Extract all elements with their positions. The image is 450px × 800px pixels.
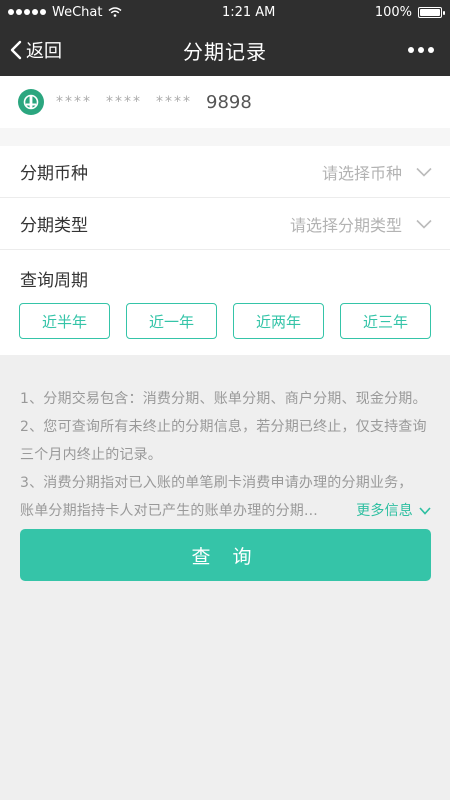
note-line: 账单分期指持卡人对已产生的账单办理的分期... [20, 503, 318, 519]
battery-percent: 100% [374, 4, 412, 20]
currency-select[interactable]: 分期币种 请选择币种 [0, 146, 450, 198]
period-half-year-button[interactable]: 近半年 [19, 303, 110, 339]
back-button[interactable]: 返回 [10, 24, 62, 76]
more-dot-icon [408, 47, 414, 53]
card-mask: **** [156, 94, 192, 110]
battery-icon [418, 6, 445, 18]
period-one-year-button[interactable]: 近一年 [126, 303, 217, 339]
more-menu-button[interactable] [408, 24, 434, 76]
more-dot-icon [428, 47, 434, 53]
period-options: 近半年 近一年 近两年 近三年 [0, 291, 450, 355]
query-button[interactable]: 查 询 [20, 529, 431, 581]
note-line: 2、您可查询所有未终止的分期信息，若分期已终止，仅支持查询三个月内终止的记录。 [20, 419, 427, 463]
query-form: 分期币种 请选择币种 分期类型 请选择分期类型 查询周期 近半年 近一年 近两年… [0, 146, 450, 355]
carrier-name: WeChat [52, 4, 103, 20]
type-select[interactable]: 分期类型 请选择分期类型 [0, 198, 450, 250]
card-mask: **** [56, 94, 92, 110]
more-info-label: 更多信息 [356, 503, 413, 519]
card-mask: **** [106, 94, 142, 110]
chevron-down-icon [416, 167, 432, 177]
wifi-icon [109, 7, 122, 17]
type-placeholder: 请选择分期类型 [289, 215, 402, 235]
nav-bar: 返回 分期记录 [0, 24, 450, 76]
currency-value: 请选择币种 [322, 160, 432, 184]
bank-logo-icon [18, 89, 44, 115]
card-number: **** **** **** 9898 [56, 92, 252, 113]
period-two-years-button[interactable]: 近两年 [233, 303, 324, 339]
status-bar: WeChat 1:21 AM 100% [0, 0, 450, 24]
more-dot-icon [418, 47, 424, 53]
type-value: 请选择分期类型 [290, 212, 432, 236]
period-label: 查询周期 [20, 271, 88, 291]
currency-placeholder: 请选择币种 [321, 163, 402, 183]
signal-icon [8, 9, 46, 15]
note-last-row: 账单分期指持卡人对已产生的账单办理的分期... 更多信息 [20, 497, 431, 525]
currency-label: 分期币种 [20, 164, 88, 184]
status-right: 100% [374, 4, 445, 20]
card-selector[interactable]: **** **** **** 9898 [0, 76, 450, 128]
back-label: 返回 [26, 41, 62, 62]
period-three-years-button[interactable]: 近三年 [340, 303, 431, 339]
note-line: 1、分期交易包含：消费分期、账单分期、商户分期、现金分期。 [20, 391, 427, 407]
card-last-digits: 9898 [206, 91, 252, 113]
note-line: 3、消费分期指对已入账的单笔刷卡消费申请办理的分期业务， [20, 475, 413, 491]
chevron-down-icon [419, 507, 431, 515]
chevron-down-icon [416, 219, 432, 229]
status-left: WeChat [8, 5, 122, 20]
more-info-link[interactable]: 更多信息 [356, 497, 431, 525]
page-title: 分期记录 [183, 39, 267, 64]
status-time: 1:21 AM [221, 4, 276, 20]
notes-section: 1、分期交易包含：消费分期、账单分期、商户分期、现金分期。 2、您可查询所有未终… [0, 355, 450, 525]
type-label: 分期类型 [20, 216, 88, 236]
section-divider [0, 128, 450, 146]
chevron-left-icon [10, 40, 22, 60]
